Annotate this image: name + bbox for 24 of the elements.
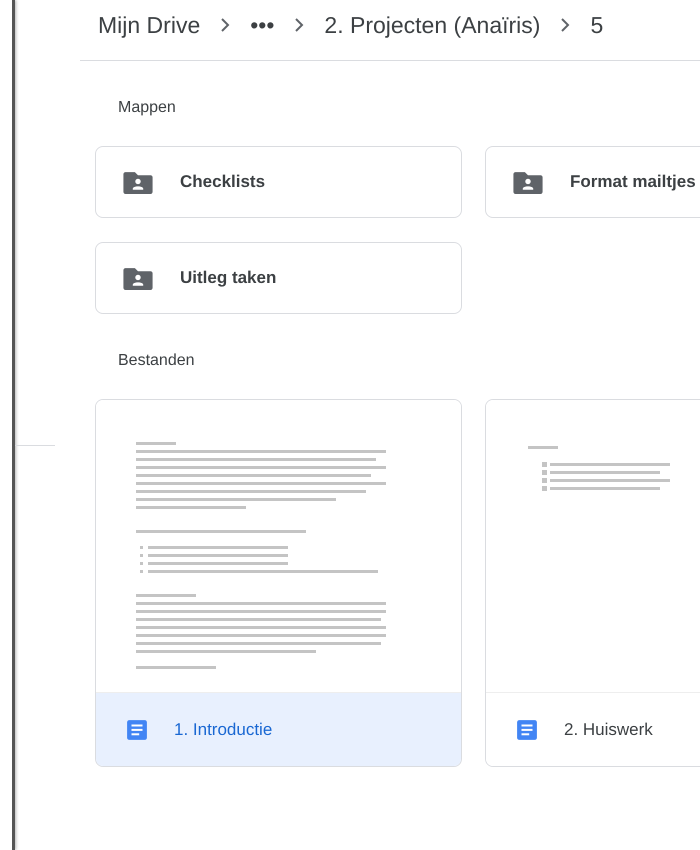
folder-card[interactable]: Uitleg taken [95, 242, 462, 314]
folder-name: Format mailtjes [570, 172, 696, 192]
document-icon [516, 718, 538, 740]
folder-name: Checklists [180, 172, 266, 192]
breadcrumb-item[interactable]: 2. Projecten (Anaïris) [324, 12, 540, 38]
file-name: 2. Huiswerk [564, 720, 653, 740]
file-card[interactable]: 1. Introductie [95, 399, 462, 767]
file-name: 1. Introductie [174, 720, 272, 740]
shared-folder-icon [512, 170, 544, 194]
folder-card[interactable]: Format mailtjes [485, 146, 700, 218]
chevron-icon [294, 17, 304, 33]
document-icon [126, 718, 148, 740]
chevron-icon [560, 17, 570, 33]
shared-folder-icon [122, 170, 154, 194]
breadcrumb-item[interactable]: 5 [590, 12, 604, 38]
folder-card[interactable]: Checklists [95, 146, 462, 218]
section-heading: Mappen [118, 99, 177, 118]
breadcrumb-item[interactable]: Mijn Drive [98, 12, 200, 38]
file-card[interactable]: 2. Huiswerk [485, 399, 700, 767]
folder-name: Uitleg taken [180, 268, 276, 288]
shared-folder-icon [122, 266, 154, 290]
chevron-icon [220, 17, 230, 33]
breadcrumb-item[interactable]: ••• [250, 12, 274, 38]
section-heading: Bestanden [118, 352, 196, 371]
